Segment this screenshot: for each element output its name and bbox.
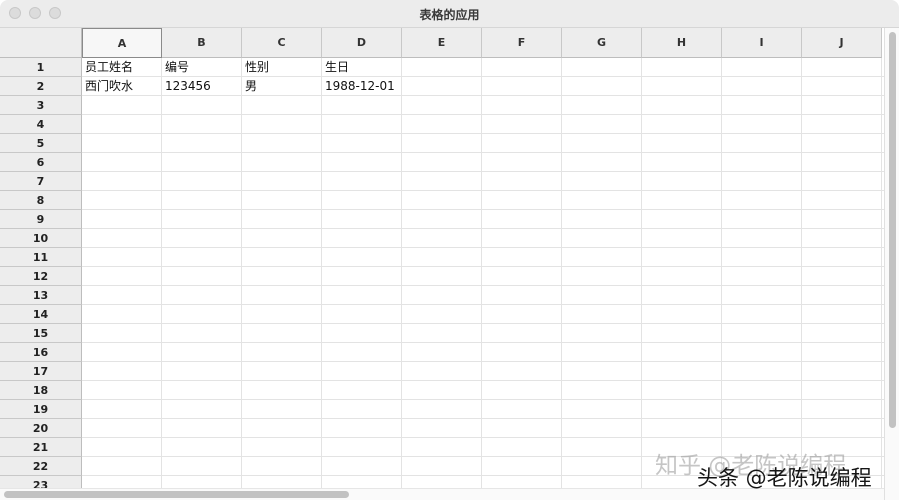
row-header-13[interactable]: 13 xyxy=(0,286,82,305)
column-header-i[interactable]: I xyxy=(722,28,802,58)
cell-c2[interactable]: 男 xyxy=(242,77,321,96)
row-header-6[interactable]: 6 xyxy=(0,153,82,172)
column-header-j[interactable]: J xyxy=(802,28,882,58)
row-header-7[interactable]: 7 xyxy=(0,172,82,191)
row-header-20[interactable]: 20 xyxy=(0,419,82,438)
cell-d1[interactable]: 生日 xyxy=(322,58,401,77)
grid-line-vertical xyxy=(561,58,562,488)
grid-line-vertical xyxy=(321,58,322,488)
row-header-2[interactable]: 2 xyxy=(0,77,82,96)
grid-line-horizontal xyxy=(82,190,884,191)
column-header-a[interactable]: A xyxy=(82,28,162,58)
app-window: 表格的应用 A B C D E F G H I J 1 2 3 4 5 6 7 8 9 10 11 12 13 14 15 16 1… xyxy=(0,0,899,500)
cell-b2[interactable]: 123456 xyxy=(162,77,241,96)
grid-line-vertical xyxy=(161,58,162,488)
column-header-e[interactable]: E xyxy=(402,28,482,58)
row-header-18[interactable]: 18 xyxy=(0,381,82,400)
row-header-3[interactable]: 3 xyxy=(0,96,82,115)
grid-line-horizontal xyxy=(82,247,884,248)
cell-c1[interactable]: 性别 xyxy=(242,58,321,77)
cell-d2[interactable]: 1988-12-01 xyxy=(322,77,401,96)
grid-line-horizontal xyxy=(82,399,884,400)
grid-line-horizontal xyxy=(82,171,884,172)
row-header-4[interactable]: 4 xyxy=(0,115,82,134)
grid-line-vertical xyxy=(641,58,642,488)
row-header-21[interactable]: 21 xyxy=(0,438,82,457)
cell-a2[interactable]: 西门吹水 xyxy=(82,77,161,96)
grid-line-vertical xyxy=(801,58,802,488)
grid-line-horizontal xyxy=(82,380,884,381)
grid-line-horizontal xyxy=(82,437,884,438)
grid-line-horizontal xyxy=(82,361,884,362)
grid-line-horizontal xyxy=(82,133,884,134)
vertical-scrollbar[interactable] xyxy=(884,28,899,500)
vertical-scroll-thumb[interactable] xyxy=(889,32,896,428)
column-header-b[interactable]: B xyxy=(162,28,242,58)
grid-line-horizontal xyxy=(82,266,884,267)
row-header-12[interactable]: 12 xyxy=(0,267,82,286)
row-header-9[interactable]: 9 xyxy=(0,210,82,229)
grid-line-horizontal xyxy=(82,323,884,324)
grid-line-vertical xyxy=(401,58,402,488)
select-all-corner[interactable] xyxy=(0,28,82,58)
row-header-23[interactable]: 23 xyxy=(0,476,82,488)
spreadsheet-grid[interactable]: A B C D E F G H I J 1 2 3 4 5 6 7 8 9 10 11 12 13 14 15 16 17 18 19 2… xyxy=(0,28,884,488)
row-header-5[interactable]: 5 xyxy=(0,134,82,153)
row-header-22[interactable]: 22 xyxy=(0,457,82,476)
row-header-1[interactable]: 1 xyxy=(0,58,82,77)
cell-b1[interactable]: 编号 xyxy=(162,58,241,77)
row-header-17[interactable]: 17 xyxy=(0,362,82,381)
horizontal-scroll-thumb[interactable] xyxy=(4,491,349,498)
grid-line-horizontal xyxy=(82,418,884,419)
row-header-14[interactable]: 14 xyxy=(0,305,82,324)
column-header-h[interactable]: H xyxy=(642,28,722,58)
grid-line-horizontal xyxy=(82,228,884,229)
grid-line-horizontal xyxy=(82,285,884,286)
grid-line-horizontal xyxy=(82,209,884,210)
window-title: 表格的应用 xyxy=(419,8,480,22)
row-header-15[interactable]: 15 xyxy=(0,324,82,343)
row-header-8[interactable]: 8 xyxy=(0,191,82,210)
grid-line-horizontal xyxy=(82,304,884,305)
column-header-f[interactable]: F xyxy=(482,28,562,58)
watermark-toutiao: 头条 @老陈说编程 xyxy=(697,466,872,490)
column-header-c[interactable]: C xyxy=(242,28,322,58)
grid-line-vertical xyxy=(241,58,242,488)
title-bar: 表格的应用 xyxy=(0,0,899,28)
column-header-d[interactable]: D xyxy=(322,28,402,58)
grid-line-vertical xyxy=(481,58,482,488)
grid-line-horizontal xyxy=(82,114,884,115)
grid-line-vertical xyxy=(881,58,882,488)
grid-line-vertical xyxy=(721,58,722,488)
row-header-11[interactable]: 11 xyxy=(0,248,82,267)
row-header-16[interactable]: 16 xyxy=(0,343,82,362)
row-header-19[interactable]: 19 xyxy=(0,400,82,419)
row-header-10[interactable]: 10 xyxy=(0,229,82,248)
grid-line-horizontal xyxy=(82,342,884,343)
column-header-g[interactable]: G xyxy=(562,28,642,58)
grid-line-horizontal xyxy=(82,152,884,153)
cell-a1[interactable]: 员工姓名 xyxy=(82,58,161,77)
